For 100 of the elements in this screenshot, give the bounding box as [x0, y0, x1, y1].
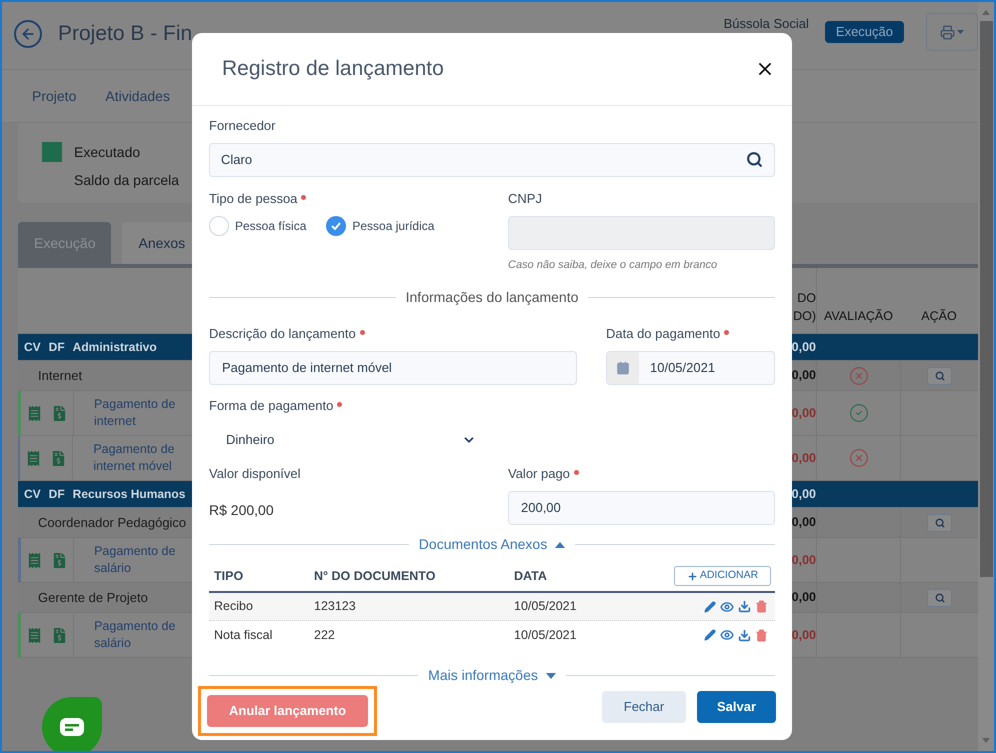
save-button[interactable]: Salvar: [697, 691, 776, 723]
download-icon[interactable]: [738, 600, 751, 613]
radio-button[interactable]: [326, 216, 346, 236]
group-title: Administrativo: [72, 339, 157, 356]
search-button[interactable]: [927, 514, 952, 532]
search-icon: [934, 592, 944, 602]
field-label: Forma de pagamento: [209, 397, 334, 415]
receipt-icon[interactable]: [27, 628, 42, 642]
scroll-up-icon[interactable]: [982, 10, 990, 15]
invoice-icon[interactable]: [52, 628, 68, 642]
table-cell-text: Recibo: [213, 598, 254, 616]
caret-down-icon: [957, 30, 964, 34]
section-title: Informações do lançamento: [406, 288, 578, 307]
value-cell-text: 0,00: [792, 626, 816, 644]
field-label: Valor pago: [508, 464, 570, 483]
search-icon[interactable]: [746, 151, 763, 168]
value-cell-text: 0,00: [792, 552, 816, 569]
column-header: AVALIAÇÃO: [824, 308, 893, 325]
search-button[interactable]: [927, 366, 952, 384]
value-cell-text: 0,00: [792, 589, 816, 606]
hint-text: Caso não saiba, deixe o campo em branco: [508, 258, 718, 273]
more-info-toggle[interactable]: Mais informações: [428, 665, 556, 686]
field-label: Descrição do lançamento: [209, 324, 356, 343]
invoice-icon[interactable]: [52, 552, 68, 568]
column-header: TIPO: [213, 568, 244, 585]
entry-link[interactable]: Pagamento de salário: [74, 618, 192, 652]
row-code: CV: [24, 339, 41, 356]
date-field[interactable]: 10/05/2021: [606, 351, 775, 385]
table-cell-text: 10/05/2021: [514, 626, 578, 644]
field-label: Valor disponível: [209, 464, 301, 483]
eye-icon[interactable]: [720, 600, 734, 614]
description-field[interactable]: Pagamento de internet móvel: [209, 351, 577, 385]
status-badge: Execução: [824, 21, 904, 43]
supplier-field[interactable]: Claro: [209, 142, 775, 176]
entry-link[interactable]: Pagamento de internet: [74, 396, 192, 430]
table-cell-text: 222: [314, 626, 336, 644]
print-button[interactable]: [926, 13, 978, 51]
row-code: DF: [48, 339, 65, 356]
entry-link[interactable]: Pagamento de salário: [74, 543, 192, 577]
scrollbar[interactable]: [978, 2, 994, 751]
radio-label: Pessoa física: [235, 218, 306, 235]
field-label: Tipo de pessoa: [209, 190, 298, 208]
column-header: DO: [797, 290, 816, 307]
table-cell-text: 123123: [314, 598, 357, 616]
documents-toggle[interactable]: Documentos Anexos: [418, 534, 566, 555]
nav-tab[interactable]: Projeto: [32, 86, 76, 106]
radio-button[interactable]: [209, 216, 229, 236]
trash-icon[interactable]: [755, 628, 768, 642]
invoice-icon[interactable]: [51, 450, 66, 466]
scroll-thumb[interactable]: [980, 21, 992, 577]
item-title: Gerente de Projeto: [37, 588, 148, 607]
payment-method-select[interactable]: Dinheiro: [209, 424, 479, 456]
receipt-icon[interactable]: [26, 406, 42, 420]
entry-link[interactable]: Pagamento de internet móvel: [73, 441, 192, 475]
value-cell-text: 0,00: [792, 404, 816, 422]
edit-icon[interactable]: [704, 629, 716, 641]
table-cell-text: 10/05/2021: [514, 598, 578, 616]
search-icon: [934, 518, 944, 528]
row-code: CV: [24, 486, 41, 503]
item-title: Coordenador Pedagógico: [37, 514, 186, 532]
add-button[interactable]: ADICIONAR: [674, 566, 771, 586]
modal-title: Registro de lançamento: [222, 56, 444, 82]
printer-icon: [940, 24, 955, 40]
row-code: DF: [48, 486, 65, 503]
chat-button[interactable]: [42, 697, 102, 751]
receipt-icon[interactable]: [26, 450, 42, 466]
nav-tab[interactable]: Atividades: [105, 86, 170, 106]
field-label: CNPJ: [508, 190, 542, 208]
check-icon: [331, 222, 342, 230]
column-header: DATA: [514, 568, 548, 585]
legend-label: Saldo da parcela: [74, 170, 180, 190]
value-cell-text: 0,00: [792, 338, 816, 356]
receipt-icon[interactable]: [27, 552, 42, 568]
value-cell-text: 0,00: [792, 486, 816, 503]
value-cell-text: 0,00: [792, 450, 816, 467]
group-title: Recursos Humanos: [72, 486, 186, 503]
calendar-icon: [616, 361, 630, 375]
organization-name: Bússola Social: [724, 15, 809, 33]
value-cell-text: 0,00: [792, 367, 816, 384]
item-title: Internet: [37, 366, 82, 385]
chat-icon: [60, 718, 84, 736]
column-header: N° DO DOCUMENTO: [314, 568, 436, 585]
eye-icon[interactable]: [720, 628, 734, 642]
scroll-down-icon[interactable]: [982, 738, 990, 743]
invoice-icon[interactable]: [52, 406, 67, 420]
download-icon[interactable]: [738, 628, 751, 642]
page-title: Projeto B - Fin: [58, 21, 192, 47]
column-header: DO): [793, 308, 816, 325]
value-cell-text: 0,00: [792, 514, 816, 532]
column-header: AÇÃO: [921, 308, 957, 325]
paid-amount-field[interactable]: 200,00: [508, 491, 775, 525]
edit-icon[interactable]: [704, 600, 716, 612]
field-label: Data do pagamento: [606, 324, 720, 343]
trash-icon[interactable]: [755, 600, 768, 613]
field-label: Fornecedor: [209, 117, 276, 135]
back-button[interactable]: [14, 20, 42, 48]
close-dialog-button[interactable]: Fechar: [602, 691, 686, 723]
search-button[interactable]: [927, 588, 952, 606]
available-amount: R$ 200,00: [209, 501, 275, 520]
void-button[interactable]: Anular lançamento: [207, 695, 368, 727]
